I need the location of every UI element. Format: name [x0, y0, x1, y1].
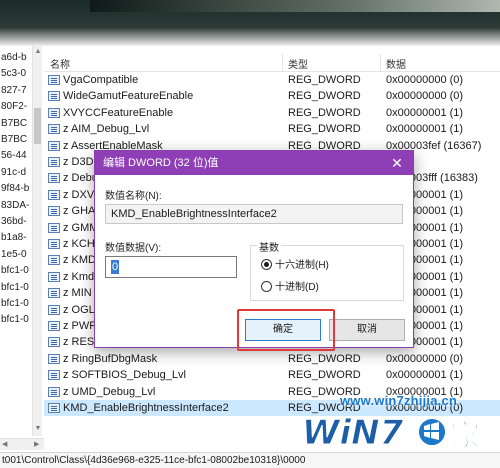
watermark-url: www.win7zhijia.cn — [340, 393, 458, 408]
value-data-input[interactable]: 0 — [105, 256, 237, 278]
value-data-cell: 0x00000000 (0) — [386, 352, 464, 365]
reg-dword-icon — [48, 304, 60, 315]
dialog-close-icon[interactable]: ✕ — [381, 151, 413, 175]
cancel-button[interactable]: 取消 — [329, 319, 405, 341]
value-type-cell: REG_DWORD — [288, 369, 361, 382]
value-name-cell: z GHA — [63, 205, 96, 218]
top-strip-glow — [90, 0, 500, 12]
reg-dword-icon — [48, 206, 60, 217]
base-groupbox: 基数 十六进制(H) 十进制(D) — [250, 239, 404, 301]
reg-dword-icon — [48, 157, 60, 167]
reg-dword-icon — [48, 91, 60, 102]
reg-dword-icon — [48, 239, 60, 249]
reg-dword-icon — [48, 173, 60, 184]
reg-dword-icon — [48, 222, 60, 233]
value-type-cell: REG_DWORD — [288, 90, 361, 103]
value-data-cell: 0x00000000 (0) — [386, 90, 464, 103]
radio-hexadecimal[interactable]: 十六进制(H) — [261, 259, 329, 273]
reg-dword-icon — [48, 386, 60, 397]
value-type-cell: REG_DWORD — [288, 106, 361, 119]
column-separator[interactable] — [282, 54, 283, 72]
value-name-label: 数值名称(N): — [105, 191, 162, 202]
value-name-cell: XVYCCFeatureEnable — [63, 106, 174, 119]
table-row[interactable]: XVYCCFeatureEnable REG_DWORD 0x00000001 (1… — [44, 105, 500, 121]
reg-dword-icon — [48, 337, 60, 348]
table-row[interactable]: WideGamutFeatureEnable REG_DWORD 0x0000000… — [44, 88, 500, 104]
reg-dword-icon — [48, 321, 60, 331]
svg-text:WiN7: WiN7 — [302, 413, 404, 453]
radio-hex-label: 十六进制(H) — [275, 260, 329, 271]
radio-hex-indicator-icon[interactable] — [261, 259, 272, 270]
value-name-cell: z AIM_Debug_Lvl — [63, 123, 150, 136]
reg-dword-icon — [48, 271, 60, 282]
column-header-data[interactable]: 数据 — [386, 56, 406, 71]
reg-dword-icon — [48, 107, 60, 118]
radio-decimal[interactable]: 十进制(D) — [261, 281, 319, 295]
value-name-cell: z Debu — [63, 172, 98, 185]
value-name-cell: z OGL — [63, 303, 95, 316]
radio-dec-label: 十进制(D) — [275, 282, 319, 293]
value-name-cell: WideGamutFeatureEnable — [63, 90, 194, 103]
value-data-cell: 0x00000000 (0) — [386, 74, 464, 86]
value-name-cell: z PWR — [63, 320, 98, 332]
reg-dword-icon — [48, 124, 60, 135]
value-type-cell: REG_DWORD — [288, 352, 361, 365]
scroll-up-arrow-icon[interactable]: ▲ — [34, 47, 42, 57]
value-name-cell: z DXV — [63, 188, 95, 201]
value-name-cell: z MIN — [63, 287, 92, 300]
reg-dword-icon — [48, 370, 60, 381]
column-header-name[interactable]: 名称 — [50, 56, 70, 71]
reg-dword-icon — [48, 75, 60, 85]
dialog-title: 编辑 DWORD (32 位)值 — [95, 151, 413, 175]
scroll-left-arrow-icon[interactable]: ◀ — [2, 440, 7, 448]
reg-dword-icon — [48, 403, 60, 413]
reg-dword-icon — [48, 140, 60, 151]
tree-horizontal-scrollbar[interactable]: ◀ ▶ — [0, 438, 44, 450]
value-data-cell: 0x00000001 (1) — [386, 123, 464, 136]
value-data-cell: 0x00000001 (1) — [386, 106, 464, 119]
reg-dword-icon — [48, 189, 60, 200]
value-name-cell: z SOFTBIOS_Debug_Lvl — [63, 369, 186, 382]
value-name-cell: z KMD — [63, 254, 96, 267]
window-top-strip — [0, 0, 500, 46]
table-row[interactable]: z SOFTBIOS_Debug_Lvl REG_DWORD 0x00000001 … — [44, 367, 500, 383]
scroll-down-arrow-icon[interactable]: ▼ — [34, 424, 42, 434]
value-name-field: KMD_EnableBrightnessInterface2 — [105, 204, 403, 224]
tree-scroll-thumb[interactable] — [34, 108, 41, 144]
value-type-cell: REG_DWORD — [288, 74, 361, 86]
value-data-cell: 0x00000001 (1) — [386, 369, 464, 382]
status-bar-path: t001\Control\Class\{4d36e968-e325-11ce-b… — [0, 452, 500, 468]
table-row[interactable]: z RingBufDbgMask REG_DWORD 0x00000000 (0) — [44, 351, 500, 367]
win7-home-logo-icon: WiN7 家 — [302, 413, 481, 455]
value-name-cell: z UMD_Debug_Lvl — [63, 385, 156, 398]
radio-dec-indicator-icon[interactable] — [261, 281, 272, 292]
ok-button[interactable]: 确定 — [245, 319, 321, 341]
value-name-cell: KMD_EnableBrightnessInterface2 — [63, 402, 229, 414]
table-row[interactable]: VgaCompatible REG_DWORD 0x00000000 (0) — [44, 72, 500, 88]
base-group-label: 基数 — [257, 239, 281, 254]
value-data-label: 数值数据(V): — [105, 243, 162, 254]
scroll-right-arrow-icon[interactable]: ▶ — [34, 440, 39, 448]
tree-vertical-scrollbar[interactable]: ▲ ▼ — [32, 46, 42, 436]
edit-dword-dialog: 编辑 DWORD (32 位)值 ✕ 数值名称(N): KMD_EnableBr… — [94, 150, 414, 348]
reg-dword-icon — [48, 353, 60, 364]
column-separator[interactable] — [380, 54, 381, 72]
column-header-type[interactable]: 类型 — [288, 56, 308, 71]
table-row[interactable]: z AIM_Debug_Lvl REG_DWORD 0x00000001 (1) — [44, 121, 500, 137]
list-header: 名称 类型 数据 — [44, 54, 500, 72]
reg-dword-icon — [48, 255, 60, 266]
value-name-cell: z D3D — [63, 156, 94, 168]
value-name-cell: z Kmd — [63, 270, 95, 283]
svg-text:家: 家 — [450, 419, 480, 454]
reg-dword-icon — [48, 288, 60, 299]
value-name-cell: VgaCompatible — [63, 74, 139, 86]
value-name-cell: z RingBufDbgMask — [63, 352, 158, 365]
value-type-cell: REG_DWORD — [288, 123, 361, 136]
value-data-text: 0 — [111, 260, 120, 274]
value-name-cell: z KCH — [63, 238, 95, 250]
